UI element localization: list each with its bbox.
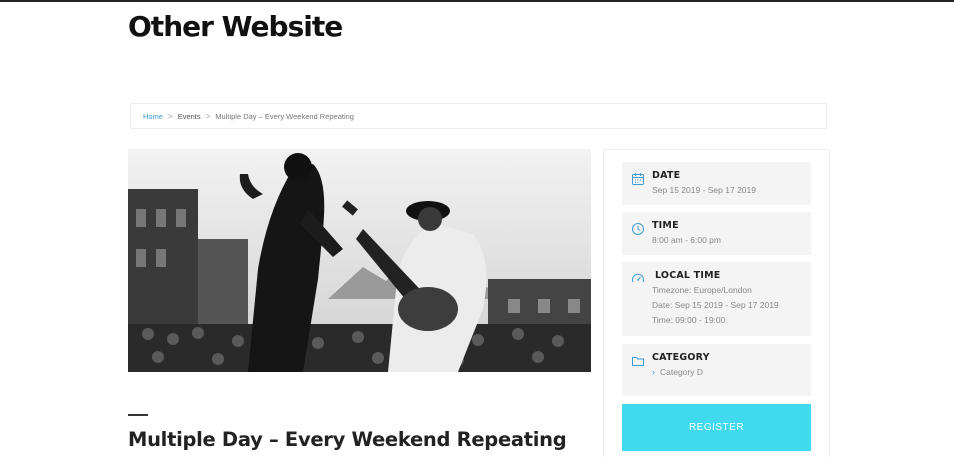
event-title: Multiple Day – Every Weekend Repeating xyxy=(128,428,567,451)
time-label: TIME xyxy=(652,220,679,231)
chevron-right-icon: › xyxy=(652,367,655,377)
top-border xyxy=(0,0,954,2)
local-date: Date: Sep 15 2019 - Sep 17 2019 xyxy=(652,300,779,310)
local-timezone: Timezone: Europe/London xyxy=(652,285,752,295)
calendar-icon xyxy=(632,173,644,185)
site-title[interactable]: Other Website xyxy=(128,10,343,43)
local-time-card: LOCAL TIME Timezone: Europe/London Date:… xyxy=(622,262,811,336)
register-button[interactable]: REGISTER xyxy=(622,404,811,451)
breadcrumb-events-link[interactable]: Events xyxy=(178,112,201,121)
clock-icon xyxy=(632,223,644,235)
date-label: DATE xyxy=(652,170,681,181)
breadcrumb-separator: > xyxy=(168,111,173,121)
local-time-label: LOCAL TIME xyxy=(655,270,721,281)
title-divider xyxy=(128,414,148,416)
date-card: DATE Sep 15 2019 - Sep 17 2019 xyxy=(622,162,811,205)
event-image xyxy=(128,149,591,372)
date-value: Sep 15 2019 - Sep 17 2019 xyxy=(652,185,756,195)
time-value: 8:00 am - 6:00 pm xyxy=(652,235,721,245)
breadcrumb-home-link[interactable]: Home xyxy=(143,112,163,121)
gauge-icon xyxy=(632,273,644,283)
local-time-values: Timezone: Europe/London Date: Sep 15 201… xyxy=(652,283,801,328)
breadcrumb: Home > Events > Multiple Day – Every Wee… xyxy=(130,103,827,129)
category-label: CATEGORY xyxy=(652,352,710,363)
folder-icon xyxy=(632,357,644,366)
breadcrumb-separator: > xyxy=(205,111,211,121)
breadcrumb-current: Multiple Day – Every Weekend Repeating xyxy=(215,111,354,121)
local-time: Time: 09:00 - 19:00 xyxy=(652,315,726,325)
time-card: TIME 8:00 am - 6:00 pm xyxy=(622,212,811,255)
category-card: CATEGORY › Category D xyxy=(622,344,811,396)
category-value[interactable]: Category D xyxy=(660,367,703,377)
category-link[interactable]: › Category D xyxy=(652,367,801,377)
